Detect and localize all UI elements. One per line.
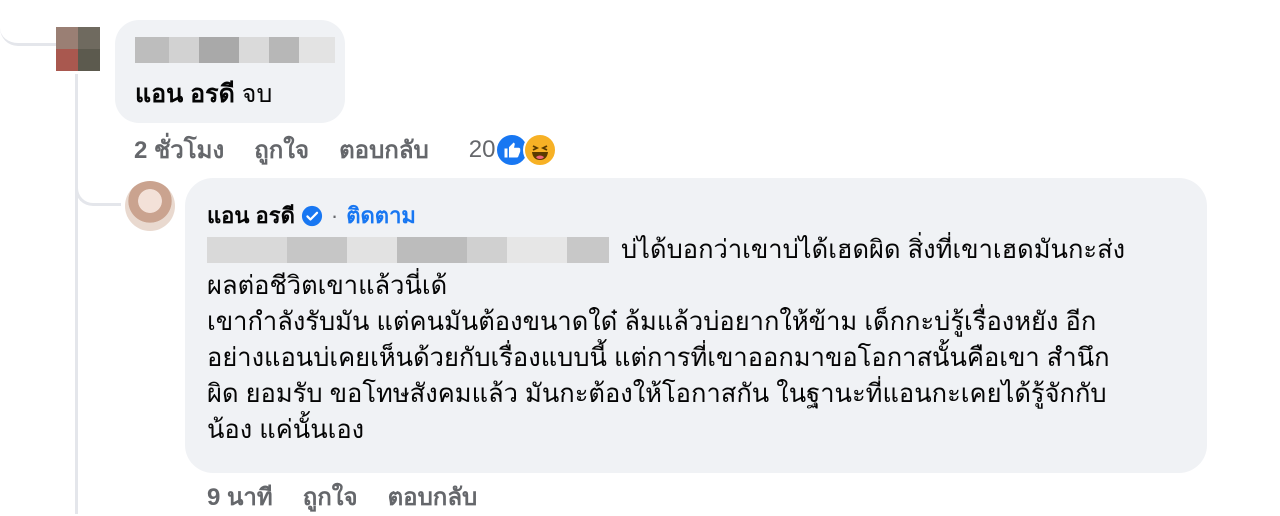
thread-connector-reply xyxy=(75,160,121,206)
mention-link[interactable]: แอน อรดี xyxy=(135,80,235,108)
haha-icon xyxy=(523,132,558,167)
reply-reply-button[interactable]: ตอบกลับ xyxy=(388,477,478,516)
reply-line-3: เขากำลังรับมัน แต่คนมันต้องขนาดใด๋ ล้มแล… xyxy=(207,308,1097,336)
reply-author-name[interactable]: แอน อรดี xyxy=(207,198,295,233)
reply-line-2: ผลต่อชีวิตเขาแล้วนี่เด้ xyxy=(207,272,448,300)
reply-bubble: แอน อรดี · ติดตาม บ่ได้บอกว่าเขาบ่ได้เฮด… xyxy=(185,178,1207,473)
reaction-count: 20 xyxy=(468,135,496,163)
reply-line-5: ผิด ยอมรับ ขอโทษสังคมแล้ว มันกะต้องให้โอ… xyxy=(207,380,1107,408)
comment-text: แอน อรดี จบ xyxy=(135,78,272,110)
blurred-text xyxy=(207,237,609,263)
comment-like-button[interactable]: ถูกใจ xyxy=(254,130,309,169)
avatar-blurred[interactable] xyxy=(56,27,100,71)
reply-meta: 9 นาที ถูกใจ ตอบกลับ xyxy=(207,477,477,516)
reply-line-1-text: บ่ได้บอกว่าเขาบ่ได้เฮดผิด สิ่งที่เขาเฮดม… xyxy=(621,236,1126,264)
reply-time[interactable]: 9 นาที xyxy=(207,477,273,516)
author-name-blurred[interactable] xyxy=(135,37,335,63)
reply-header: แอน อรดี · ติดตาม xyxy=(207,198,416,233)
header-separator: · xyxy=(330,202,339,228)
comment-text-rest: จบ xyxy=(234,80,273,108)
reply-avatar[interactable] xyxy=(125,181,175,231)
comment-reply-button[interactable]: ตอบกลับ xyxy=(339,130,429,169)
comment-meta: 2 ชั่วโมง ถูกใจ ตอบกลับ 20 xyxy=(134,130,558,169)
thread-connector-top xyxy=(0,0,60,46)
follow-button[interactable]: ติดตาม xyxy=(346,198,416,233)
reply-like-button[interactable]: ถูกใจ xyxy=(303,477,358,516)
thread-line-vertical xyxy=(75,74,78,514)
comment-bubble: แอน อรดี จบ xyxy=(115,20,345,123)
verified-badge-icon xyxy=(301,205,323,227)
reply-line-6: น้อง แค่นั้นเอง xyxy=(207,416,365,444)
comment-time[interactable]: 2 ชั่วโมง xyxy=(134,130,224,169)
reply-line-4: อย่างแอนบ่เคยเห็นด้วยกับเรื่องแบบนี้ แต่… xyxy=(207,344,1110,372)
reaction-summary[interactable]: 20 xyxy=(468,132,558,167)
reply-text: บ่ได้บอกว่าเขาบ่ได้เฮดผิด สิ่งที่เขาเฮดม… xyxy=(207,232,1197,448)
reply-line-1: บ่ได้บอกว่าเขาบ่ได้เฮดผิด สิ่งที่เขาเฮดม… xyxy=(207,232,1197,268)
